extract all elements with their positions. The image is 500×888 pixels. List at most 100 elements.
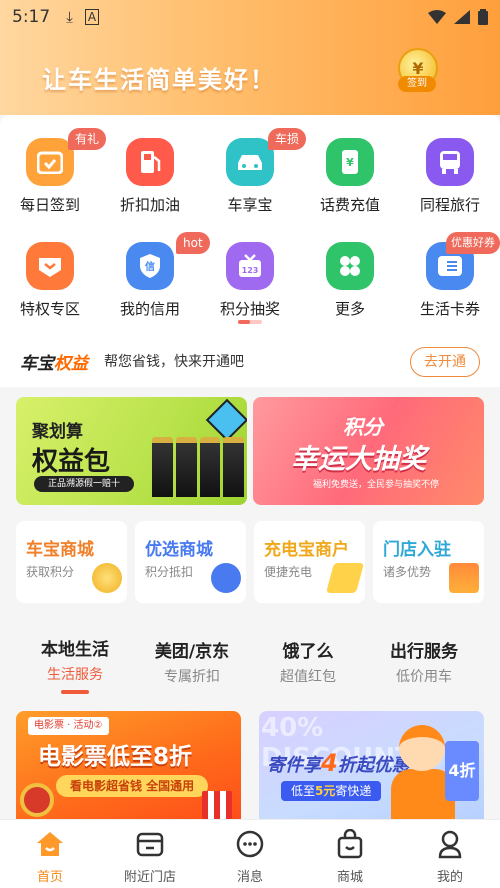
grid-item-phone-recharge[interactable]: ¥ 话费充值 bbox=[300, 138, 400, 215]
promo-express-delivery[interactable]: 40% DISCOUNT 寄件享4折起优惠 低至5元寄快递 4折 bbox=[259, 711, 484, 819]
grid-label: 特权专区 bbox=[19, 300, 80, 318]
promo-sub: 低至5元寄快递 bbox=[281, 781, 382, 801]
grid-label: 我的信用 bbox=[119, 300, 180, 318]
nav-home[interactable]: 首页 bbox=[0, 828, 100, 885]
battery-icon bbox=[478, 9, 488, 25]
category-tabs: 本地生活 生活服务 美团/京东 专属折扣 饿了么 超值红包 出行服务 低价用车 bbox=[0, 625, 500, 695]
grid-label: 车享宝 bbox=[227, 196, 273, 214]
banner-headline: 权益包 bbox=[32, 447, 111, 477]
grid-item-points-lottery[interactable]: 123 积分抽奖 bbox=[200, 242, 300, 319]
benefit-bar: 车宝权益 帮您省钱，快来开通吧 去开通 bbox=[0, 335, 500, 387]
promo-title-a: 寄件享 bbox=[267, 755, 321, 776]
store-icon bbox=[134, 828, 166, 860]
oil-cans-image bbox=[152, 437, 244, 497]
tab-active-indicator bbox=[61, 690, 89, 694]
nav-messages[interactable]: 消息 bbox=[200, 828, 300, 885]
fuel-pump-icon bbox=[126, 138, 174, 186]
tab-eleme[interactable]: 饿了么 超值红包 bbox=[258, 637, 358, 686]
tab-sub: 专属折扣 bbox=[164, 669, 220, 685]
courier-head bbox=[399, 725, 445, 771]
signal-icon bbox=[454, 10, 470, 24]
grid-label: 折扣加油 bbox=[119, 196, 180, 214]
discount-ticket: 4折 bbox=[445, 741, 479, 801]
card-sub: 获取积分 bbox=[26, 565, 75, 579]
svg-text:¥: ¥ bbox=[346, 156, 354, 169]
tab-meituan-jd[interactable]: 美团/京东 专属折扣 bbox=[142, 637, 242, 686]
grid-item-my-credit[interactable]: 信 hot 我的信用 bbox=[100, 232, 210, 319]
tab-sub: 生活服务 bbox=[47, 667, 103, 683]
lightning-icon bbox=[325, 563, 365, 593]
clover-icon bbox=[326, 242, 374, 290]
card-selected-mall[interactable]: 优选商城 积分抵扣 bbox=[135, 521, 246, 603]
phone-recharge-icon: ¥ bbox=[326, 138, 374, 186]
grid-label: 话费充值 bbox=[319, 196, 380, 214]
sparkle-icon bbox=[205, 398, 247, 442]
benefit-brand: 车宝权益 bbox=[20, 349, 88, 374]
badge-coupons: 优惠好券 bbox=[446, 232, 500, 254]
promo-title: 寄件享4折起优惠 bbox=[267, 749, 410, 777]
nav-mall[interactable]: 商城 bbox=[300, 828, 400, 885]
card-sub: 诸多优势 bbox=[383, 565, 432, 579]
discount-percent-icon bbox=[211, 563, 241, 593]
grid-label: 积分抽奖 bbox=[219, 300, 280, 318]
car-icon bbox=[226, 138, 274, 186]
heart-badge-icon bbox=[26, 242, 74, 290]
status-time: 5:17 bbox=[12, 7, 51, 27]
gift-box-icon: 123 bbox=[226, 242, 274, 290]
banner-benefit-pack[interactable]: 聚划算 权益包 正品溯源假一赔十 bbox=[16, 397, 247, 505]
promo-title-b: 4 bbox=[321, 749, 338, 777]
grid-label: 每日签到 bbox=[19, 196, 80, 214]
wifi-icon bbox=[428, 10, 446, 24]
card-title: 门店入驻 bbox=[383, 540, 451, 560]
home-icon bbox=[34, 828, 66, 860]
profile-icon bbox=[434, 828, 466, 860]
card-title: 优选商城 bbox=[145, 540, 213, 560]
grid-item-car-share[interactable]: 车损 车享宝 bbox=[200, 128, 307, 215]
tab-title: 饿了么 bbox=[282, 642, 334, 662]
svg-text:123: 123 bbox=[242, 266, 259, 275]
keyboard-icon: A bbox=[84, 9, 100, 25]
grid-item-privilege[interactable]: 特权专区 bbox=[0, 242, 100, 319]
card-store-join[interactable]: 门店入驻 诸多优势 bbox=[373, 521, 484, 603]
bus-icon bbox=[426, 138, 474, 186]
tab-travel-service[interactable]: 出行服务 低价用车 bbox=[374, 637, 474, 686]
coin-icon bbox=[92, 563, 122, 593]
tab-title: 美团/京东 bbox=[154, 642, 230, 662]
tab-title: 本地生活 bbox=[41, 640, 109, 660]
tab-title: 出行服务 bbox=[390, 642, 458, 662]
activate-button[interactable]: 去开通 bbox=[410, 347, 480, 377]
grid-item-daily-checkin[interactable]: 有礼 每日签到 bbox=[0, 128, 107, 215]
banner-title: 积分 bbox=[343, 415, 383, 439]
popcorn-icon bbox=[202, 791, 232, 819]
credit-shield-icon: 信 bbox=[126, 242, 174, 290]
promo-title: 电影票低至8折 bbox=[38, 744, 193, 770]
grid-item-travel[interactable]: 同程旅行 bbox=[400, 138, 500, 215]
nav-label: 商城 bbox=[336, 870, 363, 885]
tab-local-life[interactable]: 本地生活 生活服务 bbox=[25, 635, 125, 694]
promo-movie-ticket[interactable]: 电影票 · 活动② 电影票低至8折 看电影超省钱 全国通用 bbox=[16, 711, 241, 819]
banner-title: 聚划算 bbox=[32, 422, 83, 442]
signin-button[interactable]: 签到 bbox=[398, 76, 436, 92]
banner-headline: 幸运大抽奖 bbox=[291, 444, 426, 475]
film-reel-icon bbox=[20, 783, 54, 817]
nav-label: 消息 bbox=[236, 870, 263, 885]
nav-nearby-store[interactable]: 附近门店 bbox=[100, 828, 200, 885]
grid-item-life-coupons[interactable]: 优惠好券 生活卡券 bbox=[400, 232, 500, 319]
banner-lucky-draw[interactable]: 积分 幸运大抽奖 福利免费送，全民参与抽奖不停 bbox=[253, 397, 484, 505]
nav-profile[interactable]: 我的 bbox=[400, 828, 500, 885]
bottom-nav: 首页 附近门店 消息 商城 我的 bbox=[0, 819, 500, 888]
promo-sub-a: 低至 bbox=[291, 784, 316, 798]
grid-item-fuel-discount[interactable]: 折扣加油 bbox=[100, 138, 200, 215]
banner-sub: 福利免费送，全民参与抽奖不停 bbox=[313, 480, 440, 490]
grid-label: 同程旅行 bbox=[419, 196, 480, 214]
promo-sub-b: 5元 bbox=[315, 784, 336, 798]
card-powerbank-merchant[interactable]: 充电宝商户 便捷充电 bbox=[254, 521, 365, 603]
storefront-icon bbox=[449, 563, 479, 593]
message-icon bbox=[234, 828, 266, 860]
nav-label: 附近门店 bbox=[123, 870, 176, 885]
grid-label: 更多 bbox=[334, 300, 365, 318]
grid-item-more[interactable]: 更多 bbox=[300, 242, 400, 319]
tab-sub: 超值红包 bbox=[280, 669, 336, 685]
card-chebao-mall[interactable]: 车宝商城 获取积分 bbox=[16, 521, 127, 603]
nav-label: 首页 bbox=[36, 870, 63, 885]
